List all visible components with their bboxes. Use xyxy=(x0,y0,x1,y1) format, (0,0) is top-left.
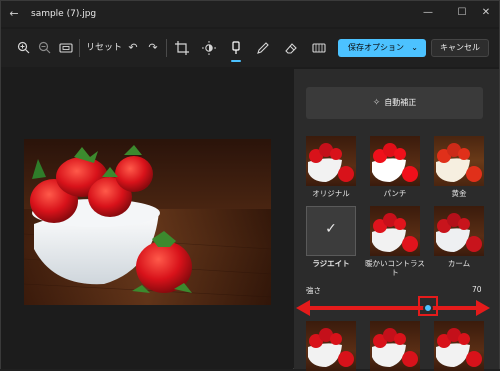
filter-label: パンチ xyxy=(383,189,407,198)
filter-thumbnail xyxy=(370,206,420,256)
back-arrow-icon[interactable]: ← xyxy=(7,7,21,21)
edit-toolbar: リセット ↶ ↷ 保存オプション ⌄ キャンセル xyxy=(1,29,499,67)
filter-thumbnail xyxy=(306,321,356,371)
toolbar-divider xyxy=(166,39,167,57)
photos-editor-window: ← sample (7).jpg — ☐ ✕ リセット ↶ ↷ 保存オプション … xyxy=(0,0,500,371)
background-icon[interactable] xyxy=(310,39,328,57)
filter-thumbnail xyxy=(370,321,420,371)
fit-to-window-icon[interactable] xyxy=(57,39,75,57)
save-options-button[interactable]: 保存オプション ⌄ xyxy=(338,39,426,57)
filter-thumbnail xyxy=(370,136,420,186)
maximize-icon[interactable]: ☐ xyxy=(451,5,473,21)
filter-panel: ✧ 自動補正 オリジナル パンチ 黄金 ✓ ラジエイト 暖かいコントラスト カー… xyxy=(294,69,499,371)
filter-label: カーム xyxy=(447,259,471,268)
title-bar: ← sample (7).jpg — ☐ ✕ xyxy=(1,1,499,27)
auto-enhance-label: 自動補正 xyxy=(384,98,417,107)
chevron-down-icon: ⌄ xyxy=(411,43,418,52)
filter-label: オリジナル xyxy=(312,189,350,198)
zoom-out-icon[interactable] xyxy=(36,39,54,57)
reset-button[interactable]: リセット xyxy=(86,40,122,56)
window-title: sample (7).jpg xyxy=(31,9,97,19)
cancel-button[interactable]: キャンセル xyxy=(431,39,489,57)
save-options-label: 保存オプション xyxy=(348,43,404,52)
minimize-icon[interactable]: — xyxy=(417,5,439,21)
filter-label: 黄金 xyxy=(451,189,467,198)
filter-thumbnail: ✓ xyxy=(306,206,356,256)
active-tool-indicator xyxy=(231,60,241,62)
filter-thumbnail xyxy=(306,136,356,186)
filter-thumbnail xyxy=(434,136,484,186)
annotation-highlight-box xyxy=(418,296,438,316)
eraser-icon[interactable] xyxy=(282,39,300,57)
zoom-in-icon[interactable] xyxy=(15,39,33,57)
auto-enhance-button[interactable]: ✧ 自動補正 xyxy=(306,87,483,119)
strength-value: 70 xyxy=(472,285,482,294)
filter-icon[interactable] xyxy=(227,39,245,57)
strawberry-photo xyxy=(24,139,271,305)
filter-thumbnail xyxy=(434,206,484,256)
filter-label: 暖かいコントラスト xyxy=(365,259,425,277)
filter-thumbnail xyxy=(434,321,484,371)
filter-label: ラジエイト xyxy=(312,259,350,268)
undo-icon[interactable]: ↶ xyxy=(124,39,142,57)
brightness-icon[interactable] xyxy=(200,39,218,57)
crop-icon[interactable] xyxy=(173,39,191,57)
toolbar-divider xyxy=(79,39,80,57)
image-canvas xyxy=(1,69,293,369)
magic-wand-icon: ✧ xyxy=(372,98,381,108)
close-icon[interactable]: ✕ xyxy=(475,5,497,21)
markup-pen-icon[interactable] xyxy=(254,39,272,57)
redo-icon[interactable]: ↷ xyxy=(144,39,162,57)
double-arrow-icon xyxy=(296,300,490,316)
checkmark-icon: ✓ xyxy=(325,221,337,237)
